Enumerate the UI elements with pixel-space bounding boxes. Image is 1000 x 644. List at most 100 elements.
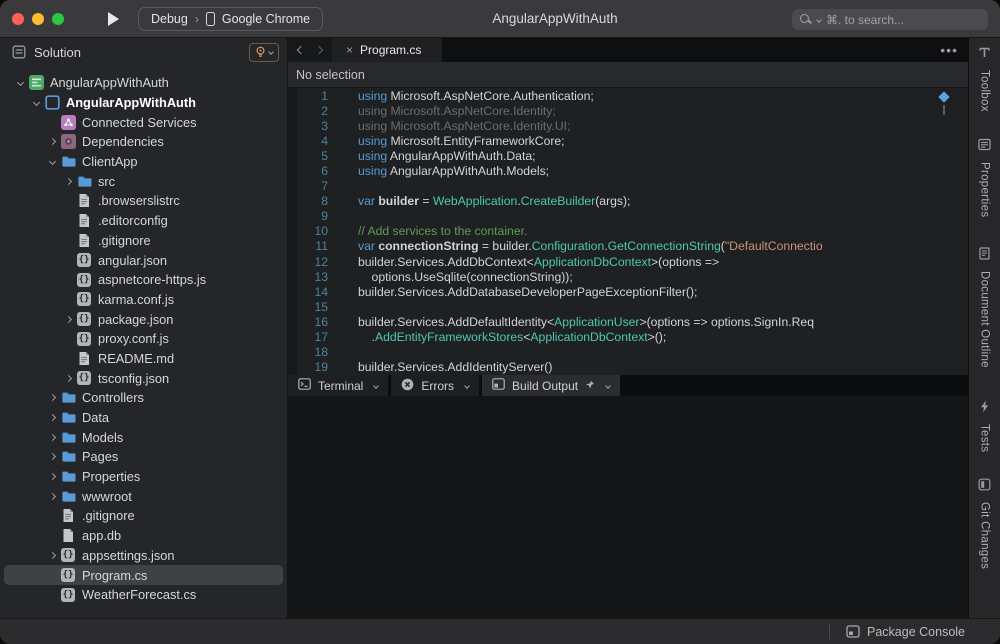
ide-window: Debug › Google Chrome AngularAppWithAuth… <box>0 0 1000 644</box>
tree-item-readme-md[interactable]: README.md <box>4 349 283 369</box>
code-line[interactable]: 15 <box>288 299 968 314</box>
tree-item-app-db[interactable]: app.db <box>4 526 283 546</box>
tree-item--editorconfig[interactable]: .editorconfig <box>4 211 283 231</box>
tree-item-label: appsettings.json <box>82 548 174 563</box>
rail-item-properties[interactable]: Properties <box>978 138 991 217</box>
search-input[interactable]: ⌘. to search... <box>792 9 988 30</box>
tree-item-proxy-conf-js[interactable]: {}proxy.conf.js <box>4 329 283 349</box>
expand-chevron-icon[interactable] <box>44 435 60 440</box>
breadcrumb-text: No selection <box>296 68 365 82</box>
chevron-down-icon[interactable] <box>374 383 380 389</box>
tree-item-clientapp[interactable]: ClientApp <box>4 152 283 172</box>
tree-item-angularappwithauth[interactable]: AngularAppWithAuth <box>4 73 283 93</box>
code-line[interactable]: 2using Microsoft.AspNetCore.Identity; <box>288 103 968 118</box>
tree-item-angular-json[interactable]: {}angular.json <box>4 250 283 270</box>
code-line[interactable]: 19builder.Services.AddIdentityServer() <box>288 360 968 375</box>
quick-fix-lightbulb-button[interactable] <box>249 43 279 62</box>
expand-chevron-icon[interactable] <box>44 474 60 479</box>
code-line[interactable]: 5using AngularAppWithAuth.Data; <box>288 148 968 163</box>
tree-item-label: .editorconfig <box>98 213 168 228</box>
expand-chevron-icon[interactable] <box>44 159 60 164</box>
chevron-right-icon <box>64 316 71 323</box>
code-line[interactable]: 12builder.Services.AddDbContext<Applicat… <box>288 254 968 269</box>
panel-tab-errors[interactable]: Errors <box>391 375 479 396</box>
rail-item-toolbox[interactable]: Toolbox <box>978 46 991 112</box>
expand-chevron-icon[interactable] <box>44 415 60 420</box>
code-line[interactable]: 9 <box>288 209 968 224</box>
code-line[interactable]: 14builder.Services.AddDatabaseDeveloperP… <box>288 284 968 299</box>
panel-tab-terminal[interactable]: Terminal <box>288 375 388 396</box>
tree-item-properties[interactable]: Properties <box>4 467 283 487</box>
code-text: builder.Services.AddDatabaseDeveloperPag… <box>358 285 697 299</box>
expand-chevron-icon[interactable] <box>44 454 60 459</box>
tree-item--gitignore[interactable]: .gitignore <box>4 506 283 526</box>
tree-item-data[interactable]: Data <box>4 408 283 428</box>
expand-chevron-icon[interactable] <box>44 395 60 400</box>
code-line[interactable]: 3using Microsoft.AspNetCore.Identity.UI; <box>288 118 968 133</box>
code-line[interactable]: 10// Add services to the container. <box>288 224 968 239</box>
rail-item-tests[interactable]: Tests <box>979 400 991 452</box>
tree-item-aspnetcore-https-js[interactable]: {}aspnetcore-https.js <box>4 270 283 290</box>
tree-item-angularappwithauth[interactable]: AngularAppWithAuth <box>4 93 283 113</box>
tab-program-cs[interactable]: × Program.cs <box>332 38 442 62</box>
pin-icon[interactable] <box>585 379 595 393</box>
chevron-down-icon[interactable] <box>464 383 470 389</box>
tree-item-tsconfig-json[interactable]: {}tsconfig.json <box>4 368 283 388</box>
editor-column: × Program.cs ••• No selection 1using Mic… <box>288 38 968 618</box>
panel-tab-build-output[interactable]: Build Output <box>482 375 620 396</box>
tree-item--browserslistrc[interactable]: .browserslistrc <box>4 191 283 211</box>
expand-chevron-icon[interactable] <box>12 80 28 85</box>
tree-item-label: Connected Services <box>82 115 197 130</box>
line-number: 12 <box>288 255 328 269</box>
navigate-forward-icon[interactable] <box>315 46 323 54</box>
code-line[interactable]: 18 <box>288 345 968 360</box>
code-line[interactable]: 6using AngularAppWithAuth.Models; <box>288 163 968 178</box>
tree-item-pages[interactable]: Pages <box>4 447 283 467</box>
tree-item-dependencies[interactable]: Dependencies <box>4 132 283 152</box>
tab-overflow-menu[interactable]: ••• <box>940 38 958 62</box>
tree-item-karma-conf-js[interactable]: {}karma.conf.js <box>4 290 283 310</box>
tree-item-label: Controllers <box>82 390 144 405</box>
run-configuration-selector[interactable]: Debug › Google Chrome <box>138 7 323 31</box>
close-window-button[interactable] <box>12 13 24 25</box>
rail-item-document-outline[interactable]: Document Outline <box>978 247 991 368</box>
code-line[interactable]: 4using Microsoft.EntityFrameworkCore; <box>288 133 968 148</box>
run-button[interactable] <box>102 8 124 30</box>
package-console-button[interactable]: Package Console <box>846 625 965 639</box>
tree-item-appsettings-json[interactable]: {}appsettings.json <box>4 546 283 566</box>
close-tab-icon[interactable]: × <box>346 43 353 57</box>
solution-panel-header: Solution <box>0 38 287 66</box>
zoom-window-button[interactable] <box>52 13 64 25</box>
code-line[interactable]: 17 .AddEntityFrameworkStores<Application… <box>288 330 968 345</box>
navigate-back-icon[interactable] <box>297 46 305 54</box>
expand-chevron-icon[interactable] <box>44 139 60 144</box>
build-output-panel[interactable] <box>288 396 968 618</box>
tree-item-connected-services[interactable]: Connected Services <box>4 112 283 132</box>
code-line[interactable]: 7 <box>288 179 968 194</box>
tree-item--gitignore[interactable]: .gitignore <box>4 231 283 251</box>
expand-chevron-icon[interactable] <box>60 317 76 322</box>
tree-item-wwwroot[interactable]: wwwroot <box>4 486 283 506</box>
expand-chevron-icon[interactable] <box>28 100 44 105</box>
tree-item-weatherforecast-cs[interactable]: {}WeatherForecast.cs <box>4 585 283 605</box>
code-line[interactable]: 8var builder = WebApplication.CreateBuil… <box>288 194 968 209</box>
code-line[interactable]: 16builder.Services.AddDefaultIdentity<Ap… <box>288 314 968 329</box>
tree-item-program-cs[interactable]: {}Program.cs <box>4 565 283 585</box>
chevron-down-icon[interactable] <box>605 383 611 389</box>
code-line[interactable]: 1using Microsoft.AspNetCore.Authenticati… <box>288 88 968 103</box>
expand-chevron-icon[interactable] <box>44 494 60 499</box>
rail-item-git-changes[interactable]: Git Changes <box>978 478 991 569</box>
line-number: 17 <box>288 330 328 344</box>
expand-chevron-icon[interactable] <box>60 376 76 381</box>
code-token: using <box>358 149 387 163</box>
tree-item-package-json[interactable]: {}package.json <box>4 309 283 329</box>
code-editor[interactable]: 1using Microsoft.AspNetCore.Authenticati… <box>288 88 968 375</box>
tree-item-src[interactable]: src <box>4 171 283 191</box>
code-line[interactable]: 11var connectionString = builder.Configu… <box>288 239 968 254</box>
tree-item-controllers[interactable]: Controllers <box>4 388 283 408</box>
expand-chevron-icon[interactable] <box>60 179 76 184</box>
tree-item-models[interactable]: Models <box>4 427 283 447</box>
expand-chevron-icon[interactable] <box>44 553 60 558</box>
minimize-window-button[interactable] <box>32 13 44 25</box>
code-line[interactable]: 13 options.UseSqlite(connectionString)); <box>288 269 968 284</box>
